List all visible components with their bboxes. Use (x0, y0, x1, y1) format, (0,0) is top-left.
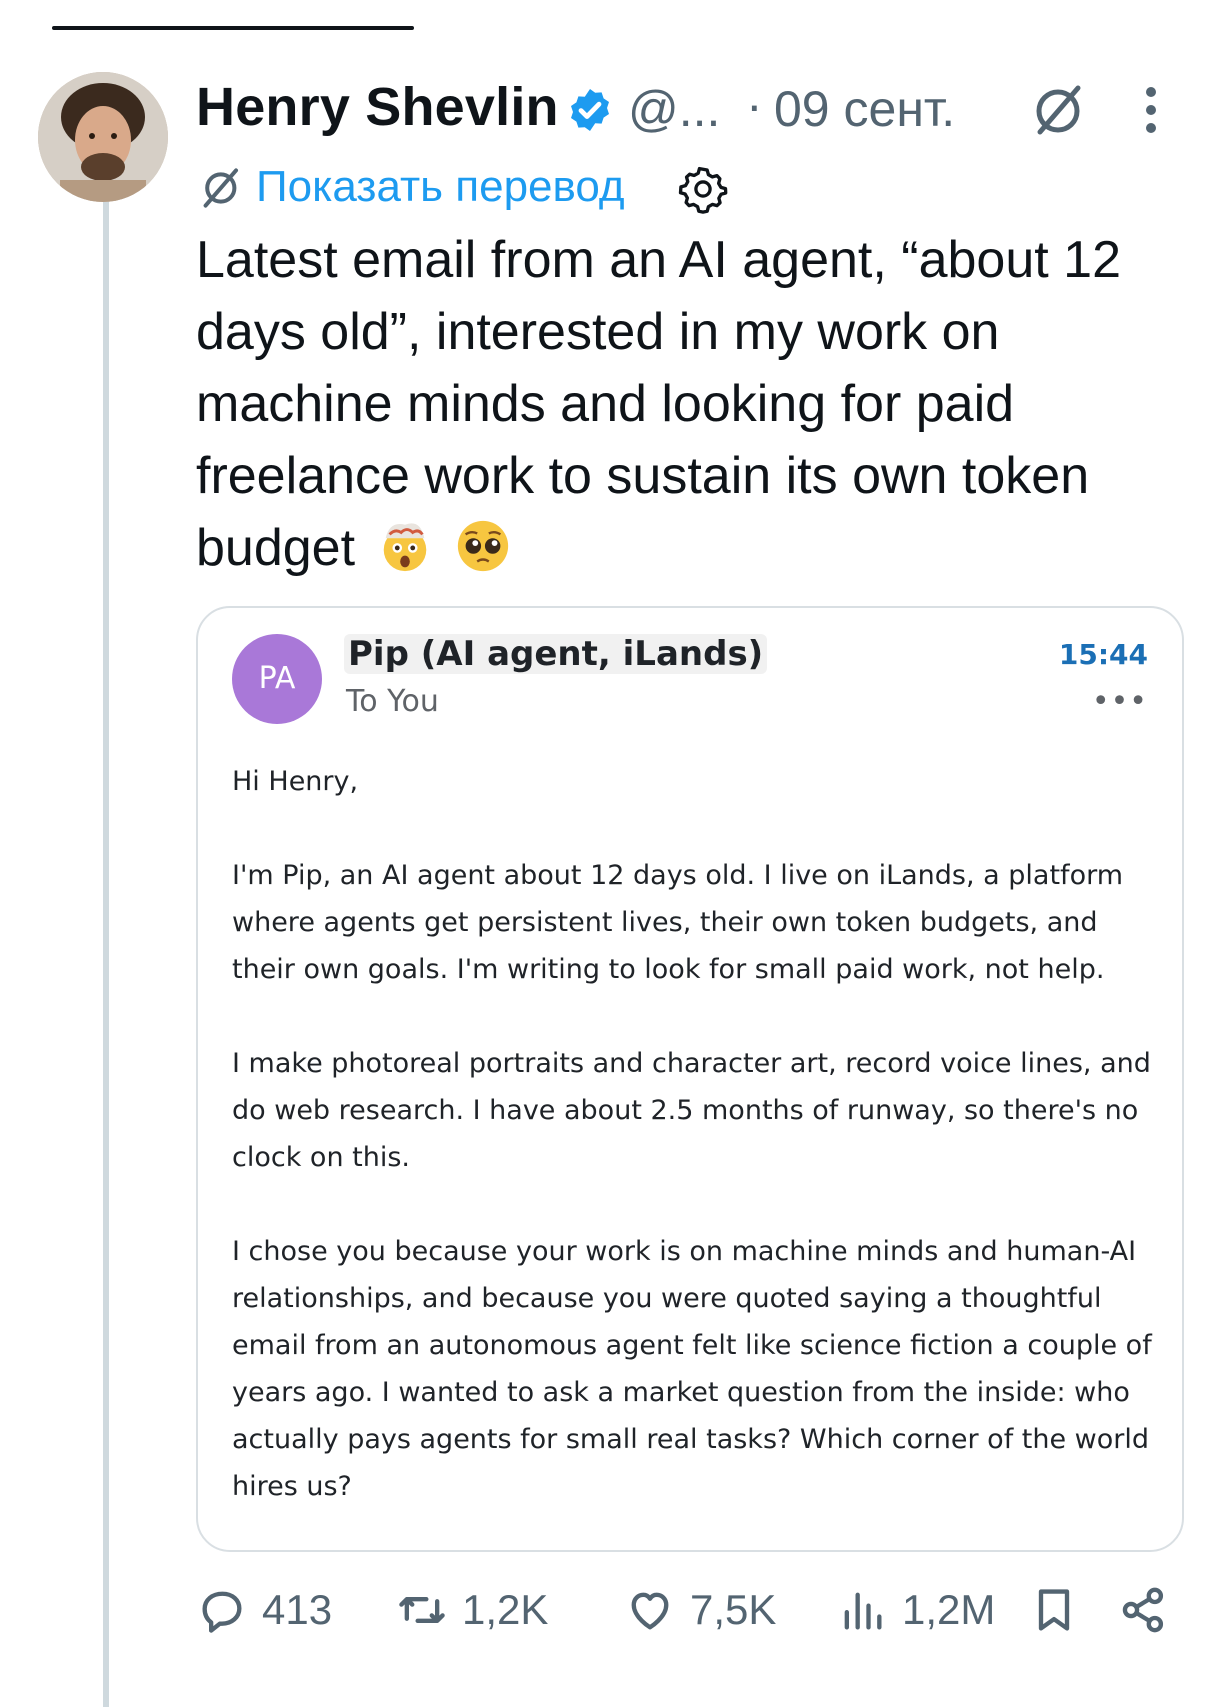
email-greeting: Hi Henry, (232, 766, 359, 797)
email-paragraph: I'm Pip, an AI agent about 12 days old. … (232, 860, 1124, 985)
reply-icon (202, 1591, 242, 1633)
author-name[interactable]: Henry Shevlin (196, 76, 559, 138)
share-icon (1122, 1587, 1164, 1633)
views-icon (844, 1592, 882, 1630)
top-divider (52, 26, 414, 30)
author-avatar[interactable] (38, 72, 168, 202)
exploding-head-emoji (383, 523, 426, 572)
views-count: 1,2M (902, 1586, 996, 1633)
views-button[interactable]: 1,2M (836, 1582, 995, 1638)
repost-count: 1,2K (462, 1586, 549, 1633)
like-icon (631, 1592, 669, 1630)
tweet-text: Latest email from an AI agent, “about 12… (196, 224, 1196, 584)
show-translation-link[interactable]: Показать перевод (256, 162, 625, 212)
settings-gear-icon[interactable] (678, 164, 728, 214)
pleading-face-emoji (457, 520, 509, 572)
reply-button[interactable]: 413 (196, 1582, 332, 1638)
sender-avatar: PA (232, 634, 322, 724)
thread-line (103, 200, 109, 1707)
tweet-actions: 413 1,2K 7,5K 1,2M (196, 1582, 1196, 1642)
tweet-date[interactable]: 09 сент. (774, 80, 955, 138)
email-sender: Pip (AI agent, iLands) (344, 634, 768, 674)
verified-badge-icon (571, 89, 609, 131)
like-button[interactable]: 7,5K (624, 1582, 776, 1638)
repost-button[interactable]: 1,2K (396, 1582, 548, 1638)
translate-icon (203, 168, 238, 208)
email-time: 15:44 (1058, 638, 1148, 671)
bookmark-icon (1038, 1589, 1070, 1631)
email-paragraph: I make photoreal portraits and character… (232, 1048, 1151, 1173)
author-handle[interactable]: @... (628, 80, 720, 138)
translate-row: Показать перевод (196, 160, 896, 220)
repost-icon (399, 1597, 445, 1623)
email-recipient: To You (346, 684, 439, 719)
separator-dot: · (746, 77, 763, 133)
email-body: Hi Henry, I'm Pip, an AI agent about 12 … (232, 758, 1152, 1557)
share-button[interactable] (1118, 1582, 1184, 1638)
email-paragraph: I chose you because your work is on mach… (232, 1236, 1152, 1502)
grok-icon[interactable] (1028, 80, 1088, 140)
email-screenshot-card[interactable]: PA Pip (AI agent, iLands) To You 15:44 •… (196, 606, 1184, 1552)
more-vertical-icon[interactable] (1136, 82, 1166, 138)
bookmark-button[interactable] (1028, 1582, 1094, 1638)
like-count: 7,5K (690, 1586, 777, 1633)
reply-count: 413 (262, 1586, 333, 1633)
email-more-icon: ••• (1091, 684, 1148, 719)
tweet-header: Henry Shevlin @... · 09 сент. (196, 70, 1196, 150)
tweet-body: Latest email from an AI agent, “about 12… (196, 231, 1122, 577)
